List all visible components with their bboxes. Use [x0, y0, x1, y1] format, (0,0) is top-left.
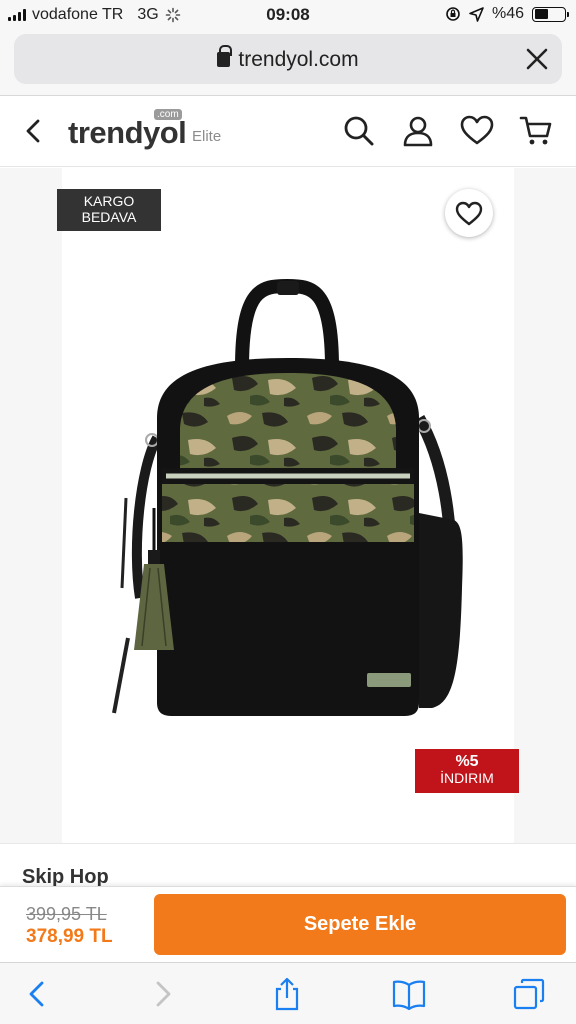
backpack-illustration — [112, 278, 463, 716]
forward-icon — [156, 981, 171, 1007]
url-text: trendyol.com — [238, 48, 359, 71]
address-text-row: trendyol.com — [14, 45, 562, 72]
status-right: %46 — [445, 5, 569, 23]
lock-icon — [217, 45, 233, 67]
browser-address-area: trendyol.com — [0, 30, 576, 96]
heart-icon — [455, 201, 483, 226]
tabs-icon[interactable] — [512, 977, 546, 1011]
location-icon — [469, 6, 484, 22]
add-to-cart-button[interactable]: Sepete Ekle — [154, 894, 566, 955]
heart-icon[interactable] — [460, 114, 494, 148]
account-icon[interactable] — [401, 114, 435, 148]
logo-elite: Elite — [192, 128, 222, 145]
logo-text: trendyol — [68, 115, 187, 150]
close-icon[interactable] — [524, 46, 550, 72]
discount-percent: %5 — [455, 753, 479, 770]
battery-fill — [534, 9, 548, 19]
site-header: trendyol .com Elite — [0, 97, 576, 167]
discount-label: İNDIRIM — [440, 770, 494, 786]
product-image[interactable] — [62, 168, 514, 843]
search-icon[interactable] — [342, 114, 376, 148]
sale-price: 378,99 TL — [26, 926, 113, 947]
discount-badge: %5 İNDIRIM — [415, 749, 519, 793]
rotation-lock-icon — [446, 7, 460, 21]
share-icon[interactable] — [270, 977, 304, 1011]
product-gallery[interactable]: KARGO BEDAVA %5 İNDIRIM — [0, 168, 576, 843]
badge-line-2: BEDAVA — [81, 209, 137, 225]
logo-com: .com — [154, 109, 182, 120]
old-price: 399,95 TL — [26, 904, 107, 924]
status-bar: vodafone TR 3G 09:08 %46 — [0, 0, 576, 30]
buy-bar: 399,95 TL 378,99 TL Sepete Ekle — [0, 886, 576, 962]
address-bar[interactable]: trendyol.com — [14, 34, 562, 84]
cart-icon[interactable] — [519, 114, 553, 148]
free-shipping-badge: KARGO BEDAVA — [57, 189, 161, 231]
favorite-button[interactable] — [445, 189, 493, 237]
battery-icon — [532, 6, 569, 22]
back-icon[interactable] — [20, 977, 54, 1011]
back-icon[interactable] — [18, 116, 48, 146]
badge-line-1: KARGO — [83, 193, 135, 209]
battery-label: %46 — [491, 5, 524, 22]
bookmarks-icon[interactable] — [392, 977, 426, 1011]
browser-toolbar — [0, 962, 576, 1024]
